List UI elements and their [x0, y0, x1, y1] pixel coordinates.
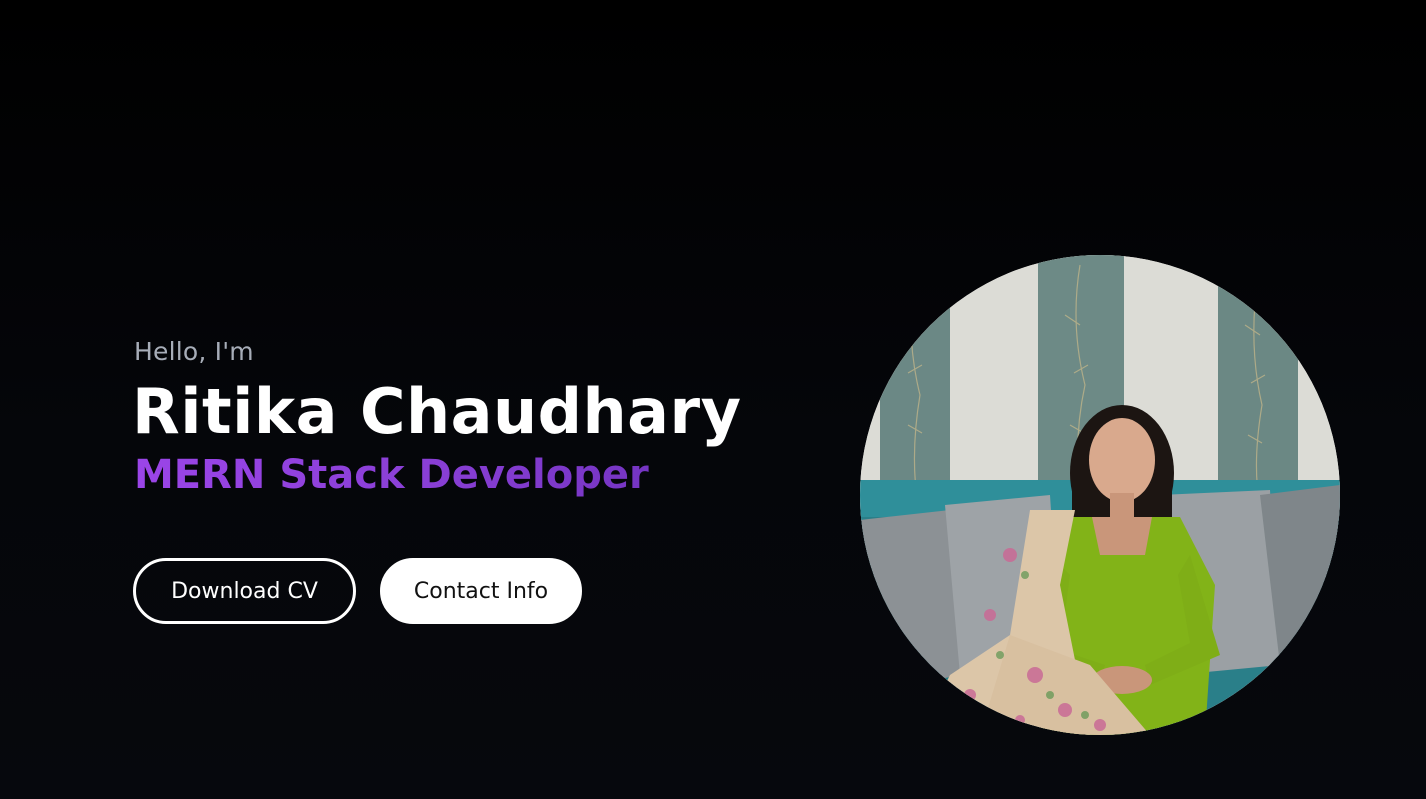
hero-buttons: Download CV Contact Info	[133, 558, 582, 624]
hero-section: Hello, I'm Ritika Chaudhary MERN Stack D…	[0, 0, 1426, 799]
profile-photo-illustration	[860, 255, 1340, 735]
hero-name: Ritika Chaudhary	[132, 375, 742, 448]
profile-photo	[860, 255, 1340, 735]
download-cv-button[interactable]: Download CV	[133, 558, 356, 624]
hero-text: Hello, I'm Ritika Chaudhary MERN Stack D…	[132, 334, 774, 500]
hero-role: MERN Stack Developer	[134, 450, 774, 500]
greeting-text: Hello, I'm	[134, 337, 254, 366]
contact-info-button[interactable]: Contact Info	[380, 558, 582, 624]
